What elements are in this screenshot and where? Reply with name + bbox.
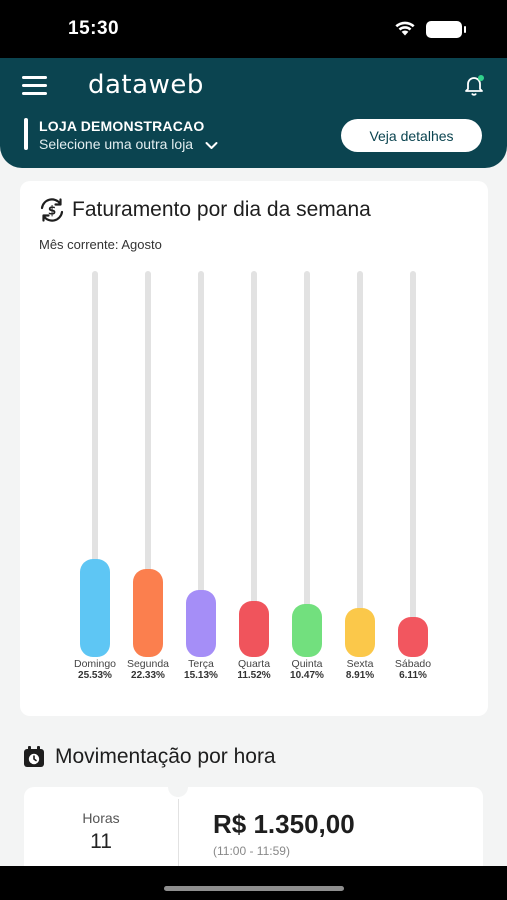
revenue-by-weekday-card: Domingo 25.53% Segunda 22.33% Terça 15.13% Qua…	[20, 181, 488, 716]
hourly-section-header: Movimentação por hora	[22, 745, 276, 769]
bar-track	[304, 271, 310, 657]
store-indicator-bar	[24, 118, 28, 150]
bar-domingo[interactable]	[80, 559, 110, 657]
bar-track	[357, 271, 363, 657]
svg-text:$: $	[48, 204, 56, 218]
bar-segunda[interactable]	[133, 568, 163, 657]
battery-icon	[426, 21, 466, 38]
percent-label: 10.47%	[290, 670, 324, 681]
day-label: Sexta	[346, 658, 374, 670]
percent-label: 15.13%	[184, 670, 218, 681]
percent-label: 25.53%	[78, 670, 112, 681]
bar-track	[251, 271, 257, 657]
status-time: 15:30	[68, 18, 120, 39]
percent-label: 8.91%	[345, 670, 375, 681]
bar-quarta[interactable]	[239, 600, 269, 657]
card-title: Faturamento por dia da semana	[72, 198, 371, 221]
bell-icon[interactable]	[462, 73, 486, 97]
hourly-section-title: Movimentação por hora	[55, 745, 276, 768]
bar-quinta[interactable]	[292, 603, 322, 657]
bar-track	[410, 271, 416, 657]
details-button[interactable]: Veja detalhes	[341, 119, 482, 152]
status-bar: 15:30	[0, 0, 507, 58]
day-label: Quarta	[237, 658, 271, 670]
wifi-icon	[395, 21, 415, 36]
card-subtitle: Mês corrente: Agosto	[39, 237, 162, 252]
app-logo: dataweb	[88, 70, 204, 100]
weekday-bar-chart: Domingo 25.53% Segunda 22.33% Terça 15.13% Qua…	[20, 181, 488, 716]
menu-icon[interactable]	[22, 76, 47, 96]
percent-label: 22.33%	[131, 670, 165, 681]
day-label: Terça	[188, 658, 214, 670]
app-header: dataweb LOJA DEMONSTRACAO Selecione uma …	[0, 58, 507, 168]
chevron-down-icon	[205, 141, 218, 149]
home-area	[0, 866, 507, 900]
hour-label: Horas	[82, 810, 120, 826]
bar-terça[interactable]	[186, 589, 216, 657]
store-selector-label: Selecione uma outra loja	[39, 136, 194, 152]
bar-sábado[interactable]	[398, 616, 428, 657]
hour-amount: R$ 1.350,00	[213, 809, 355, 839]
day-label: Quinta	[291, 658, 323, 670]
home-indicator[interactable]	[164, 886, 344, 891]
day-label: Segunda	[126, 658, 170, 670]
dollar-refresh-icon: $	[40, 198, 64, 222]
hour-value: 11	[90, 830, 112, 853]
store-selector[interactable]: Selecione uma outra loja	[39, 136, 218, 152]
day-label: Domingo	[73, 658, 117, 670]
bar-sexta[interactable]	[345, 608, 375, 657]
store-name: LOJA DEMONSTRACAO	[39, 118, 205, 134]
hour-range: (11:00 - 11:59)	[213, 844, 290, 858]
percent-label: 6.11%	[399, 670, 427, 681]
percent-label: 11.52%	[237, 670, 271, 681]
calendar-clock-icon	[24, 746, 44, 767]
day-label: Sábado	[394, 658, 432, 670]
